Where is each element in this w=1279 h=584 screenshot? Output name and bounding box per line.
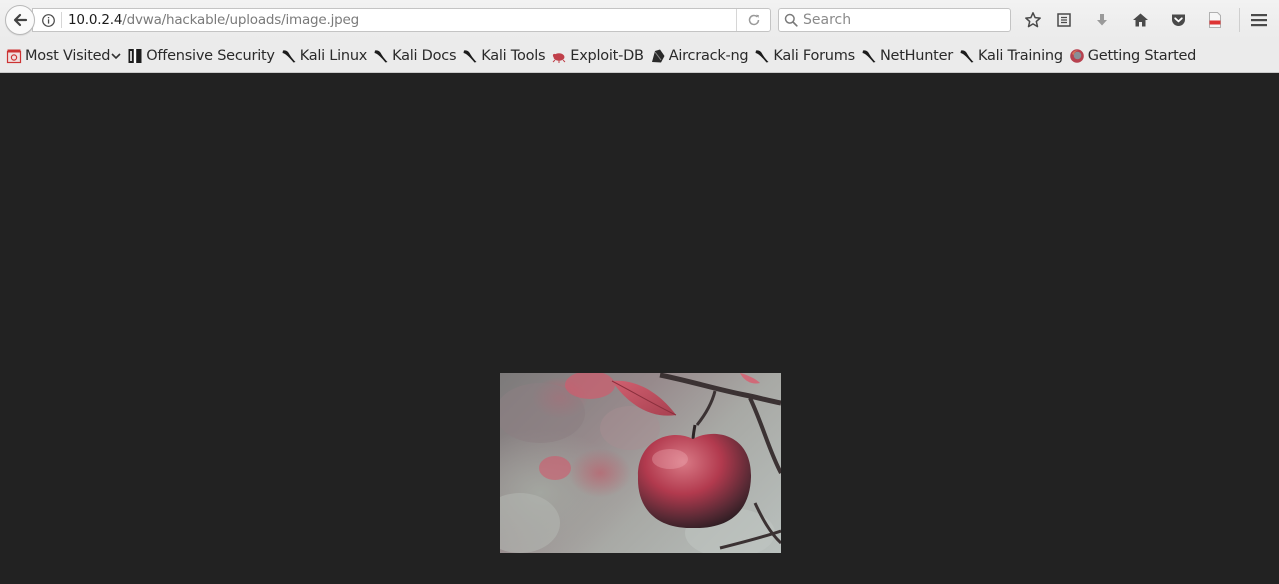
search-box[interactable]: Search <box>778 8 1011 32</box>
kali-dragon-icon <box>281 48 297 64</box>
bookmark-label: Kali Tools <box>481 47 546 64</box>
kali-dragon-icon <box>959 48 975 64</box>
bookmark-kali-tools[interactable]: Kali Tools <box>462 47 546 64</box>
reload-icon <box>748 14 759 26</box>
reading-list-icon[interactable] <box>1054 10 1074 30</box>
bookmark-label: Getting Started <box>1087 47 1197 64</box>
navigation-toolbar: 10.0.2.4/dvwa/hackable/uploads/image.jpe… <box>0 0 1279 39</box>
uploaded-image[interactable] <box>500 373 781 553</box>
bookmark-getting-started[interactable]: Getting Started <box>1069 48 1196 64</box>
kali-dragon-icon <box>754 48 770 64</box>
kali-dragon-icon <box>861 48 877 64</box>
aircrack-icon <box>650 48 666 64</box>
bookmark-kali-training[interactable]: Kali Training <box>959 48 1063 64</box>
star-icon[interactable] <box>1023 10 1043 30</box>
bookmark-label: Offensive Security <box>146 47 275 64</box>
bookmark-kali-docs[interactable]: Kali Docs <box>373 47 457 64</box>
bookmark-label: Aircrack-ng <box>668 47 749 64</box>
bookmark-most-visited[interactable]: Most Visited <box>6 48 121 64</box>
back-arrow-icon <box>13 13 28 27</box>
url-path: /dvwa/hackable/uploads/image.jpeg <box>122 12 359 28</box>
firefox-icon <box>1069 48 1085 64</box>
chevron-down-icon <box>111 48 121 64</box>
bookmark-nethunter[interactable]: NetHunter <box>861 48 953 64</box>
bookmark-kali-linux[interactable]: Kali Linux <box>281 48 367 64</box>
page-viewport <box>0 74 1279 584</box>
kali-dragon-icon <box>373 48 389 64</box>
download-icon[interactable] <box>1092 10 1112 30</box>
url-separator <box>61 12 62 28</box>
apple-photo <box>500 373 781 553</box>
search-icon <box>784 13 798 27</box>
pocket-icon[interactable] <box>1168 10 1188 30</box>
offsec-icon <box>127 48 143 64</box>
pdf-icon[interactable] <box>1205 10 1225 30</box>
bookmark-kali-forums[interactable]: Kali Forums <box>754 48 855 64</box>
kali-dragon-icon <box>462 48 478 64</box>
bookmark-exploit-db[interactable]: Exploit-DB <box>551 47 644 64</box>
bookmark-label: Kali Forums <box>773 47 855 64</box>
bookmark-label: Kali Docs <box>392 47 457 64</box>
toolbar-divider <box>1239 8 1240 32</box>
bookmark-offensive-security[interactable]: Offensive Security <box>127 47 275 64</box>
bookmark-label: NetHunter <box>879 47 953 64</box>
url-bar[interactable]: 10.0.2.4/dvwa/hackable/uploads/image.jpe… <box>32 8 771 32</box>
info-icon[interactable] <box>42 13 55 27</box>
bookmarks-toolbar: Most Visited Offensive Security Kali Lin… <box>0 39 1279 73</box>
back-button[interactable] <box>5 5 35 35</box>
bookmark-label: Kali Training <box>978 47 1063 64</box>
exploitdb-icon <box>551 48 567 64</box>
url-host: 10.0.2.4 <box>68 12 123 28</box>
bookmark-label: Exploit-DB <box>570 47 644 64</box>
bookmark-aircrack-ng[interactable]: Aircrack-ng <box>650 48 749 64</box>
bookmark-label: Most Visited <box>25 47 111 64</box>
search-placeholder: Search <box>803 12 852 28</box>
most-visited-icon <box>6 48 22 64</box>
url-text[interactable]: 10.0.2.4/dvwa/hackable/uploads/image.jpe… <box>68 12 359 28</box>
home-icon[interactable] <box>1130 10 1150 30</box>
bookmark-label: Kali Linux <box>299 47 368 64</box>
hamburger-menu-icon[interactable] <box>1249 10 1269 30</box>
reload-button[interactable] <box>736 9 770 31</box>
